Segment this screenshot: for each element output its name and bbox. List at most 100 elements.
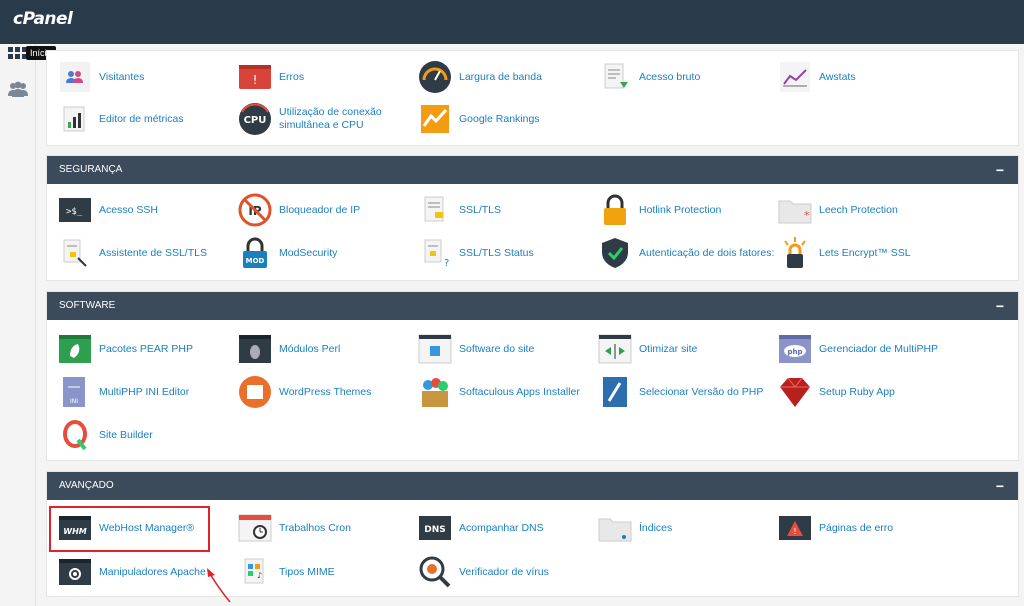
bandwidth-label: Largura de banda — [459, 70, 542, 83]
two-factor-item[interactable]: Autenticação de dois fatores: — [597, 235, 777, 271]
indexes-folder-icon — [597, 510, 633, 546]
error-pages-label: Páginas de erro — [819, 521, 894, 534]
pear-label: Pacotes PEAR PHP — [99, 342, 193, 355]
dns-label: Acompanhar DNS — [459, 521, 544, 534]
software-section-title: SOFTWARE — [59, 300, 116, 311]
collapse-icon[interactable]: − — [996, 292, 1004, 320]
site-builder-item[interactable]: Site Builder — [57, 417, 237, 453]
collapse-icon[interactable]: − — [996, 472, 1004, 500]
ssl-tls-item[interactable]: SSL/TLS — [417, 192, 597, 228]
apache-handlers-icon — [57, 554, 93, 590]
multiphp-icon: php — [777, 331, 813, 367]
perl-item[interactable]: Módulos Perl — [237, 331, 417, 367]
softaculous-label: Softaculous Apps Installer — [459, 385, 580, 398]
virus-scanner-icon — [417, 554, 453, 590]
site-builder-icon — [57, 417, 93, 453]
ssh-icon: >$_ — [57, 192, 93, 228]
hotlink-item[interactable]: Hotlink Protection — [597, 192, 777, 228]
pear-item[interactable]: Pacotes PEAR PHP — [57, 331, 237, 367]
softaculous-icon — [417, 374, 453, 410]
advanced-section-title: AVANÇADO — [59, 480, 114, 491]
visitors-label: Visitantes — [99, 70, 145, 83]
mime-types-item[interactable]: ♪ Tipos MIME — [237, 554, 417, 590]
ini-editor-icon: INI — [57, 374, 93, 410]
awstats-item[interactable]: Awstats — [777, 59, 957, 95]
security-section-title: SEGURANÇA — [59, 164, 123, 175]
ssl-status-item[interactable]: ? SSL/TLS Status — [417, 235, 597, 271]
ssl-wizard-icon — [57, 235, 93, 271]
ip-blocker-item[interactable]: IP Bloqueador de IP — [237, 192, 417, 228]
virus-scanner-item[interactable]: Verificador de vírus — [417, 554, 597, 590]
awstats-label: Awstats — [819, 70, 856, 83]
errors-icon: ! — [237, 59, 273, 95]
two-factor-shield-icon — [597, 235, 633, 271]
leech-item[interactable]: * Leech Protection — [777, 192, 957, 228]
pear-icon — [57, 331, 93, 367]
cpu-item[interactable]: CPU Utilização de conexão simultânea e C… — [237, 101, 417, 137]
modsecurity-icon: MOD — [237, 235, 273, 271]
modsecurity-item[interactable]: MOD ModSecurity — [237, 235, 417, 271]
metrics-editor-item[interactable]: Editor de métricas — [57, 101, 237, 137]
site-software-item[interactable]: Software do site — [417, 331, 597, 367]
cpu-label: Utilização de conexão simultânea e CPU — [279, 106, 382, 131]
optimize-item[interactable]: Otimizar site — [597, 331, 777, 367]
mime-types-label: Tipos MIME — [279, 565, 335, 578]
bandwidth-item[interactable]: Largura de banda — [417, 59, 597, 95]
letsencrypt-item[interactable]: Lets Encrypt™ SSL — [777, 235, 957, 271]
raw-access-item[interactable]: Acesso bruto — [597, 59, 777, 95]
cron-item[interactable]: Trabalhos Cron — [237, 510, 417, 546]
perl-label: Módulos Perl — [279, 342, 341, 355]
security-section-header[interactable]: SEGURANÇA − — [47, 156, 1018, 184]
svg-text:!: ! — [253, 73, 258, 87]
ssh-item[interactable]: >$_ Acesso SSH — [57, 192, 237, 228]
errors-item[interactable]: ! Erros — [237, 59, 417, 95]
wordpress-themes-item[interactable]: WordPress Themes — [237, 374, 417, 410]
software-section-header[interactable]: SOFTWARE − — [47, 292, 1018, 320]
awstats-icon — [777, 59, 813, 95]
advanced-section-header[interactable]: AVANÇADO − — [47, 472, 1018, 500]
letsencrypt-label: Lets Encrypt™ SSL — [819, 246, 911, 259]
indexes-item[interactable]: Índices — [597, 510, 777, 546]
site-builder-label: Site Builder — [99, 428, 153, 441]
ssl-wizard-label: Assistente de SSL/TLS — [99, 246, 207, 259]
metrics-editor-icon — [57, 101, 93, 137]
ssl-status-icon: ? — [417, 235, 453, 271]
svg-text:php: php — [787, 348, 802, 356]
ssh-label: Acesso SSH — [99, 203, 158, 216]
cpanel-logo[interactable]: cPanel — [13, 9, 73, 29]
svg-text:DNS: DNS — [424, 525, 446, 535]
dns-item[interactable]: DNS Acompanhar DNS — [417, 510, 597, 546]
svg-text:MOD: MOD — [246, 257, 265, 265]
two-factor-label: Autenticação de dois fatores: — [639, 246, 775, 259]
php-version-label: Selecionar Versão do PHP — [639, 385, 764, 398]
multiphp-label: Gerenciador de MultiPHP — [819, 342, 939, 355]
ruby-label: Setup Ruby App — [819, 385, 895, 398]
php-version-item[interactable]: Selecionar Versão do PHP — [597, 374, 777, 410]
error-pages-item[interactable]: ! Páginas de erro — [777, 510, 957, 546]
ssl-wizard-item[interactable]: Assistente de SSL/TLS — [57, 235, 237, 271]
ini-editor-item[interactable]: INI MultiPHP INI Editor — [57, 374, 237, 410]
bandwidth-icon — [417, 59, 453, 95]
optimize-label: Otimizar site — [639, 342, 698, 355]
raw-access-label: Acesso bruto — [639, 70, 701, 83]
cron-label: Trabalhos Cron — [279, 521, 351, 534]
svg-text:*: * — [804, 209, 810, 222]
collapse-icon[interactable]: − — [996, 156, 1004, 184]
dns-icon: DNS — [417, 510, 453, 546]
users-icon[interactable] — [7, 80, 29, 100]
software-section: SOFTWARE − Pacotes PEAR PHP Módulos Perl… — [46, 291, 1019, 461]
cron-icon — [237, 510, 273, 546]
indexes-label: Índices — [639, 521, 673, 534]
letsencrypt-icon — [777, 235, 813, 271]
virus-scanner-label: Verificador de vírus — [459, 565, 549, 578]
softaculous-item[interactable]: Softaculous Apps Installer — [417, 374, 597, 410]
ssl-status-label: SSL/TLS Status — [459, 246, 534, 259]
rankings-item[interactable]: Google Rankings — [417, 101, 597, 137]
wordpress-themes-label: WordPress Themes — [279, 385, 372, 398]
cpu-icon: CPU — [237, 101, 273, 137]
sidebar — [0, 44, 36, 606]
visitors-item[interactable]: Visitantes — [57, 59, 237, 95]
ruby-item[interactable]: Setup Ruby App — [777, 374, 957, 410]
svg-text:?: ? — [444, 258, 449, 268]
multiphp-item[interactable]: php Gerenciador de MultiPHP — [777, 331, 957, 367]
